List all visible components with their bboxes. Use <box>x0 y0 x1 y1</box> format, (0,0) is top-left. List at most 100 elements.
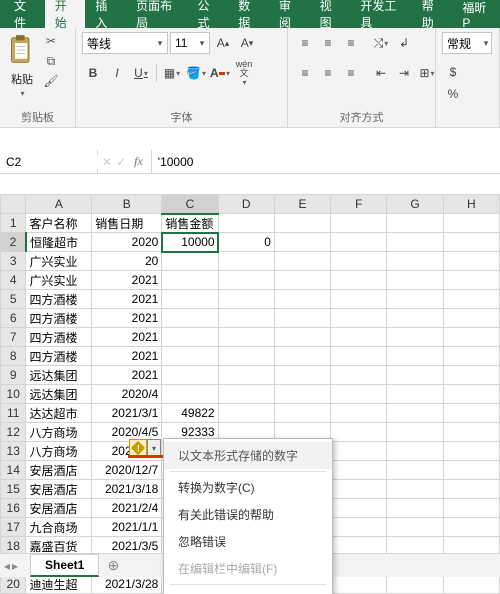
orientation-button[interactable]: ⤭▾ <box>370 32 392 54</box>
cell[interactable] <box>331 271 387 290</box>
align-bottom-button[interactable]: ≡ <box>340 32 362 54</box>
cell[interactable] <box>387 575 443 594</box>
row-header[interactable]: 13 <box>1 442 26 461</box>
percent-format-button[interactable]: % <box>442 83 464 105</box>
cell[interactable] <box>443 290 499 309</box>
cell[interactable] <box>387 252 443 271</box>
cell[interactable] <box>162 309 218 328</box>
cell[interactable]: 远达集团 <box>26 366 92 385</box>
cell[interactable] <box>443 518 499 537</box>
cell[interactable]: 安居酒店 <box>26 461 92 480</box>
cell[interactable] <box>387 347 443 366</box>
cell[interactable] <box>331 214 387 233</box>
cell[interactable] <box>331 366 387 385</box>
cell[interactable]: 2020/12/7 <box>92 461 162 480</box>
cell[interactable] <box>443 347 499 366</box>
cell[interactable] <box>387 271 443 290</box>
cell[interactable] <box>387 366 443 385</box>
cell[interactable] <box>387 423 443 442</box>
cell[interactable] <box>331 442 387 461</box>
cell[interactable] <box>162 366 218 385</box>
cell[interactable] <box>162 271 218 290</box>
tab-home[interactable]: 开始 <box>45 0 86 28</box>
cell[interactable] <box>387 461 443 480</box>
cell[interactable] <box>443 423 499 442</box>
cell[interactable] <box>331 404 387 423</box>
cell[interactable]: 2020 <box>92 233 162 252</box>
font-color-button[interactable]: A▾ <box>209 62 231 84</box>
row-header[interactable]: 11 <box>1 404 26 423</box>
row-header[interactable]: 5 <box>1 290 26 309</box>
cell[interactable] <box>331 328 387 347</box>
cell[interactable]: 2021 <box>92 366 162 385</box>
cell[interactable] <box>387 214 443 233</box>
cell[interactable] <box>331 347 387 366</box>
cell[interactable]: 2021 <box>92 328 162 347</box>
select-all-corner[interactable] <box>1 195 26 214</box>
menu-ignore[interactable]: 忽略错误 <box>164 528 332 555</box>
cell[interactable]: 20 <box>92 252 162 271</box>
cell[interactable] <box>387 233 443 252</box>
cell[interactable] <box>274 252 330 271</box>
format-painter-button[interactable]: 🖌 <box>42 72 60 90</box>
font-size-combo[interactable]: ▾ <box>170 32 210 54</box>
sheet-tab[interactable]: Sheet1 <box>30 554 99 577</box>
cell[interactable] <box>443 252 499 271</box>
cell[interactable] <box>443 575 499 594</box>
cell[interactable]: 安居酒店 <box>26 480 92 499</box>
cut-button[interactable]: ✂ <box>42 32 60 50</box>
increase-font-button[interactable]: A▴ <box>212 32 234 54</box>
row-header[interactable]: 17 <box>1 518 26 537</box>
cell[interactable]: 四方酒楼 <box>26 328 92 347</box>
number-format-input[interactable] <box>443 36 481 50</box>
cell[interactable] <box>443 404 499 423</box>
enter-icon[interactable]: ✓ <box>116 155 126 169</box>
align-top-button[interactable]: ≡ <box>294 32 316 54</box>
cell[interactable] <box>274 385 330 404</box>
cell[interactable]: 2021/3/28 <box>92 575 162 594</box>
row-header[interactable]: 8 <box>1 347 26 366</box>
row-header[interactable]: 10 <box>1 385 26 404</box>
col-header-h[interactable]: H <box>443 195 499 214</box>
cell[interactable] <box>387 404 443 423</box>
cell[interactable] <box>162 347 218 366</box>
row-header[interactable]: 20 <box>1 575 26 594</box>
col-header-e[interactable]: E <box>274 195 330 214</box>
cell[interactable] <box>274 328 330 347</box>
fx-icon[interactable]: fx <box>130 154 147 169</box>
cell[interactable]: 2021/2/4 <box>92 499 162 518</box>
tab-insert[interactable]: 插入 <box>85 0 126 28</box>
cell[interactable] <box>218 404 274 423</box>
formula-input[interactable] <box>152 150 500 173</box>
cell[interactable] <box>331 461 387 480</box>
cell[interactable] <box>218 385 274 404</box>
col-header-a[interactable]: A <box>26 195 92 214</box>
col-header-b[interactable]: B <box>92 195 162 214</box>
col-header-d[interactable]: D <box>218 195 274 214</box>
cell[interactable] <box>387 290 443 309</box>
cell[interactable] <box>387 518 443 537</box>
cell[interactable] <box>331 309 387 328</box>
cell[interactable] <box>274 214 330 233</box>
cell[interactable]: 2021 <box>92 290 162 309</box>
tab-formulas[interactable]: 公式 <box>188 0 229 28</box>
cell[interactable] <box>274 309 330 328</box>
cell[interactable]: 广兴实业 <box>26 271 92 290</box>
cell[interactable]: 2021/1/1 <box>92 518 162 537</box>
cell[interactable] <box>387 385 443 404</box>
cell[interactable] <box>443 214 499 233</box>
menu-help[interactable]: 有关此错误的帮助 <box>164 501 332 528</box>
cell[interactable]: 恒隆超市 <box>26 233 92 252</box>
cell[interactable]: 2021 <box>92 347 162 366</box>
tab-view[interactable]: 视图 <box>310 0 351 28</box>
cell[interactable] <box>218 271 274 290</box>
cell[interactable] <box>331 480 387 499</box>
add-sheet-button[interactable]: ⊕ <box>103 556 123 576</box>
menu-error-options[interactable]: 错误检查选项(O)... <box>164 587 332 594</box>
cell[interactable]: 49822 <box>162 404 218 423</box>
cell[interactable] <box>162 385 218 404</box>
cell[interactable] <box>218 309 274 328</box>
cell[interactable] <box>331 518 387 537</box>
cell[interactable]: 2020/4 <box>92 385 162 404</box>
active-cell[interactable]: 10000 <box>162 233 218 252</box>
